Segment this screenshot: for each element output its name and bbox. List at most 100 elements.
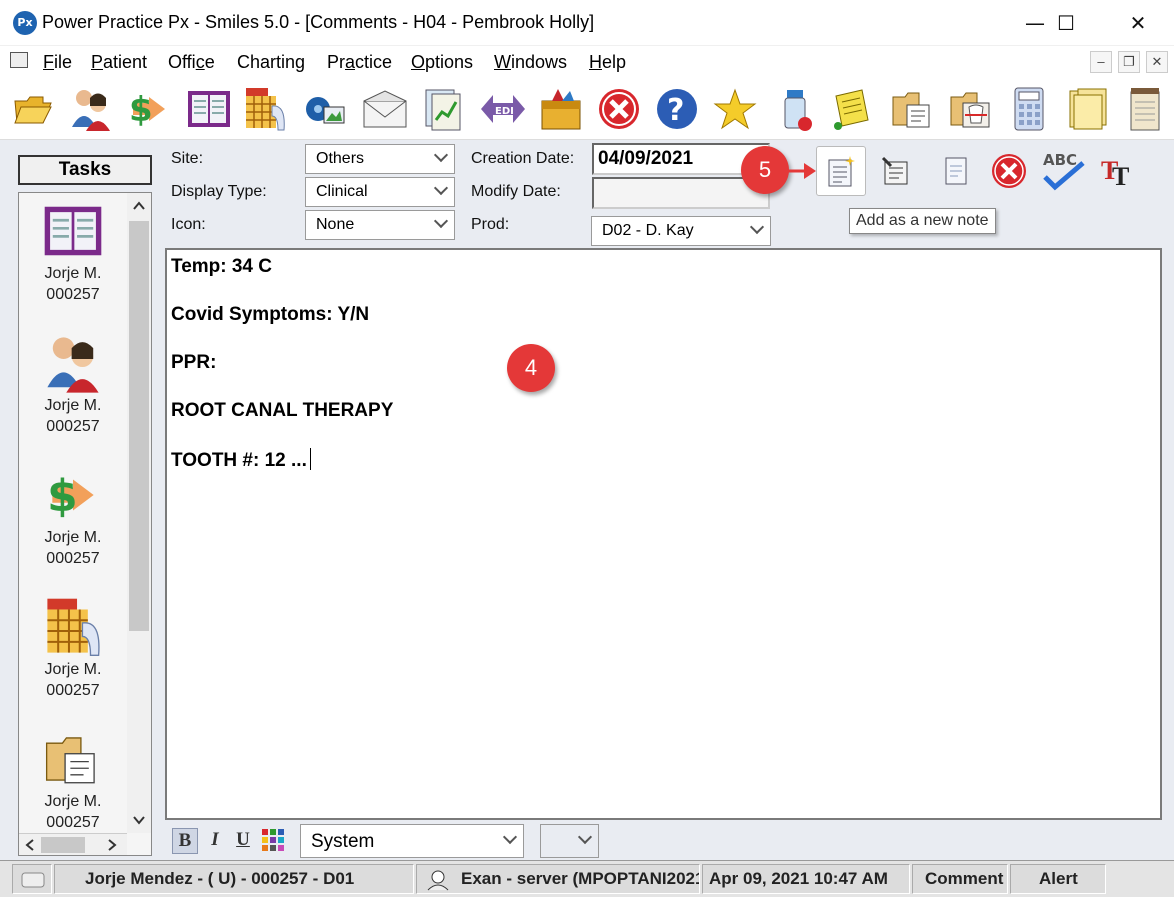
tasks-vertical-scrollbar[interactable] xyxy=(127,193,151,833)
status-icon-cell xyxy=(12,864,52,894)
tasks-horizontal-scrollbar[interactable] xyxy=(19,833,127,855)
user-icon xyxy=(427,870,449,891)
help-icon[interactable]: ? xyxy=(652,84,702,134)
book-icon[interactable] xyxy=(184,84,234,134)
edi-icon[interactable]: EDI xyxy=(478,84,528,134)
task-item[interactable]: Jorje M. 000257 xyxy=(19,199,127,305)
chevron-down-icon xyxy=(433,180,449,196)
task-item[interactable]: Jorje M. 000257 xyxy=(19,595,127,701)
svg-text:EDI: EDI xyxy=(495,106,514,117)
note-line: ROOT CANAL THERAPY xyxy=(171,400,394,421)
svg-text:ABC: ABC xyxy=(1043,151,1077,169)
chevron-down-icon xyxy=(749,219,765,235)
task-id: 000257 xyxy=(46,814,100,831)
font-select[interactable]: System xyxy=(300,824,524,858)
status-patient: Jorje Mendez - ( U) - 000257 - D01 xyxy=(54,864,414,894)
mdi-minimize-button[interactable]: – xyxy=(1090,51,1112,73)
font-button[interactable]: TT xyxy=(1094,146,1144,196)
title-bar: Px Power Practice Px - Smiles 5.0 - [Com… xyxy=(0,0,1174,46)
mail-icon[interactable] xyxy=(360,84,410,134)
display-type-label: Display Type: xyxy=(171,183,267,200)
scroll-thumb[interactable] xyxy=(129,221,149,631)
scroll-left-icon[interactable] xyxy=(25,839,35,851)
document-button[interactable] xyxy=(931,146,981,196)
underline-button[interactable]: U xyxy=(230,828,256,854)
site-label: Site: xyxy=(171,150,204,167)
maximize-button[interactable]: ☐ xyxy=(1036,0,1096,46)
arrow-right-icon xyxy=(788,163,816,179)
imaging-icon[interactable] xyxy=(300,84,350,134)
billing-icon[interactable]: $ xyxy=(124,84,174,134)
xray-folder-icon[interactable] xyxy=(946,84,996,134)
creation-date-label: Creation Date: xyxy=(471,150,575,167)
chart-icon xyxy=(41,595,105,659)
note-editor[interactable]: Temp: 34 C Covid Symptoms: Y/N PPR: ROOT… xyxy=(165,248,1162,820)
notes-icon[interactable] xyxy=(826,84,876,134)
chart-icon[interactable] xyxy=(240,84,290,134)
add-note-tooltip: Add as a new note xyxy=(849,208,996,234)
prod-select[interactable]: D02 - D. Kay xyxy=(591,216,771,246)
menu-charting[interactable]: Charting xyxy=(237,52,305,73)
menu-options[interactable]: Options xyxy=(411,52,473,73)
medication-icon[interactable] xyxy=(770,84,820,134)
notepad-icon[interactable] xyxy=(1120,84,1170,134)
status-datetime: Apr 09, 2021 10:47 AM xyxy=(702,864,910,894)
main-area: Tasks Jorje M. 000257 Jorje M. 000257 $ xyxy=(0,140,1174,860)
report-icon[interactable] xyxy=(418,84,468,134)
task-name: Jorje M. xyxy=(44,793,102,810)
files-icon[interactable] xyxy=(1064,84,1114,134)
menu-patient[interactable]: Patient xyxy=(91,52,147,73)
status-bar: Jorje Mendez - ( U) - 000257 - D01 Exan … xyxy=(0,860,1174,897)
mdi-close-button[interactable]: ✕ xyxy=(1146,51,1168,73)
main-toolbar: $ EDI ? xyxy=(0,78,1174,140)
menu-office[interactable]: Office xyxy=(168,52,215,73)
icon-select[interactable]: None xyxy=(305,210,455,240)
document-icon xyxy=(945,157,967,185)
open-folder-icon[interactable] xyxy=(8,84,58,134)
patients-icon[interactable] xyxy=(66,84,116,134)
scroll-down-icon[interactable] xyxy=(133,815,145,825)
status-alert[interactable]: Alert xyxy=(1010,864,1106,894)
stop-icon[interactable] xyxy=(594,84,644,134)
task-item[interactable]: Jorje M. 000257 xyxy=(19,331,127,437)
close-button[interactable]: ✕ xyxy=(1108,0,1168,46)
book-icon xyxy=(41,199,105,263)
bold-button[interactable]: B xyxy=(172,828,198,854)
document-menu-icon[interactable] xyxy=(10,52,28,68)
note-line: PPR: xyxy=(171,352,217,373)
site-select[interactable]: Others xyxy=(305,144,455,174)
status-mode: Comment xyxy=(912,864,1008,894)
task-id: 000257 xyxy=(46,682,100,699)
task-item[interactable]: Jorje M. 000257 xyxy=(19,727,127,833)
spell-check-icon: ABC xyxy=(1043,151,1085,191)
text-caret xyxy=(309,448,311,470)
document-icon xyxy=(41,727,105,791)
status-user: Exan - server (MPOPTANI2021 xyxy=(416,864,700,894)
documents-icon[interactable] xyxy=(888,84,938,134)
scroll-right-icon[interactable] xyxy=(107,839,117,851)
menu-windows[interactable]: Windows xyxy=(494,52,567,73)
calculator-icon[interactable] xyxy=(1004,84,1054,134)
mdi-restore-button[interactable]: ❐ xyxy=(1118,51,1140,73)
step-badge-5: 5 xyxy=(741,146,789,194)
italic-button[interactable]: I xyxy=(202,828,228,854)
task-name: Jorje M. xyxy=(44,661,102,678)
spell-check-button[interactable]: ABC xyxy=(1038,146,1088,196)
svg-text:$: $ xyxy=(47,471,78,522)
favorites-icon[interactable] xyxy=(710,84,760,134)
menu-help[interactable]: Help xyxy=(589,52,626,73)
note-line-current: TOOTH #: 12 ... xyxy=(171,448,1160,496)
color-palette-button[interactable] xyxy=(260,828,286,854)
scroll-thumb[interactable] xyxy=(41,837,85,853)
delete-note-button[interactable] xyxy=(984,146,1034,196)
display-type-select[interactable]: Clinical xyxy=(305,177,455,207)
menu-practice[interactable]: Practice xyxy=(327,52,392,73)
task-item[interactable]: $ Jorje M. 000257 xyxy=(19,463,127,569)
scroll-up-icon[interactable] xyxy=(133,201,145,211)
font-size-select[interactable] xyxy=(540,824,599,858)
menu-file[interactable]: File xyxy=(43,52,72,73)
task-id: 000257 xyxy=(46,418,100,435)
add-new-note-button[interactable] xyxy=(816,146,866,196)
edit-note-button[interactable] xyxy=(871,146,921,196)
toolbox-icon[interactable] xyxy=(536,84,586,134)
